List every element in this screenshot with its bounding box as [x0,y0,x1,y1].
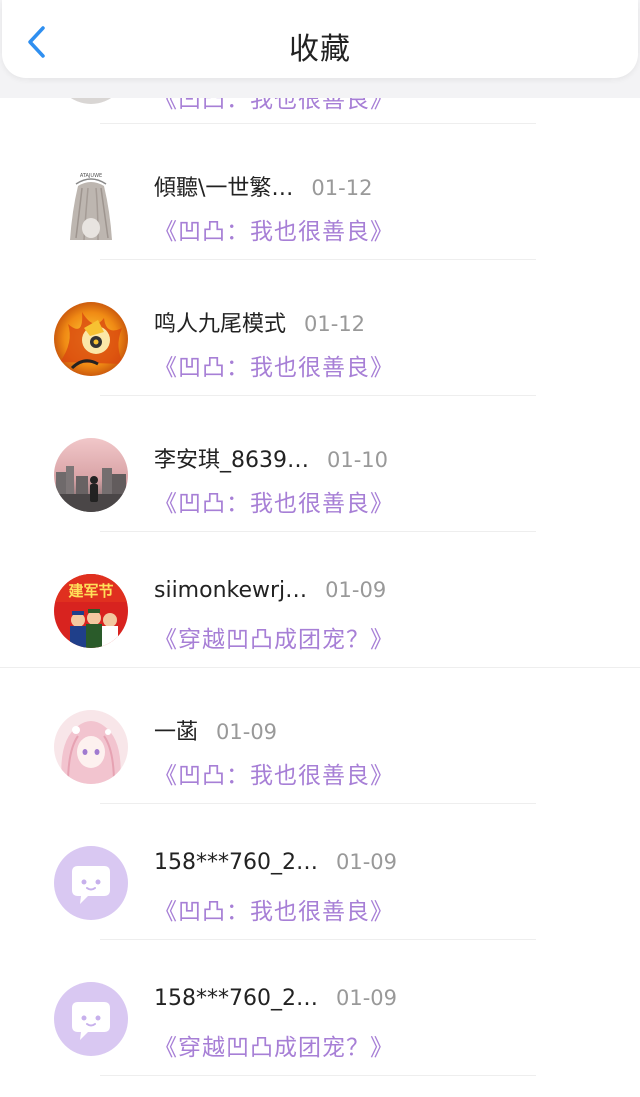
favorites-page: 《凹凸：我也很善良》 ATAJUWE 傾聽\一世繁… 01-12 《凹凸：我也很… [0,0,640,1097]
list-item[interactable]: 建军节 siimonkewrj… 01-09 《穿越凹凸成团宠？》 [0,532,640,668]
date: 01-09 [325,578,387,602]
name-row: 李安琪_8639… 01-10 [154,442,388,474]
default-avatar [54,846,128,920]
avatar [54,438,128,512]
date: 01-09 [335,986,398,1010]
avatar [54,710,128,784]
date: 01-12 [304,312,366,336]
name-row: 鸣人九尾模式 01-12 [154,306,365,338]
avatar [54,302,128,376]
date: 01-10 [327,448,389,472]
user-name[interactable]: 傾聽\一世繁… [154,170,293,202]
favorites-list: 《凹凸：我也很善良》 ATAJUWE 傾聽\一世繁… 01-12 《凹凸：我也很… [0,30,640,1076]
date: 01-12 [311,176,373,200]
date: 01-09 [335,850,398,874]
name-row: 一菡 01-09 [154,714,277,746]
book-title[interactable]: 《凹凸：我也很善良》 [154,212,394,246]
chat-bubble-icon [72,866,110,904]
name-row: 158***760_2… 01-09 [154,986,397,1011]
avatar-caption: 建军节 [68,582,113,600]
book-title[interactable]: 《凹凸：我也很善良》 [154,484,394,518]
list-item[interactable]: ATAJUWE 傾聽\一世繁… 01-12 《凹凸：我也很善良》 [0,124,640,260]
nav-header: 收藏 [2,0,638,78]
name-row: 傾聽\一世繁… 01-12 [154,170,372,202]
list-item[interactable]: 158***760_2… 01-09 《穿越凹凸成团宠？》 [0,940,640,1076]
user-name[interactable]: 李安琪_8639… [154,442,309,474]
user-name[interactable]: siimonkewrj… [154,578,307,603]
book-title[interactable]: 《凹凸：我也很善良》 [154,348,394,382]
avatar: 建军节 [54,574,128,648]
book-title[interactable]: 《穿越凹凸成团宠？》 [154,1028,394,1062]
name-row: siimonkewrj… 01-09 [154,578,386,603]
book-title[interactable]: 《凹凸：我也很善良》 [154,756,394,790]
default-avatar [54,982,128,1056]
chat-bubble-icon [72,1002,110,1040]
page-title: 收藏 [289,32,351,67]
book-title[interactable]: 《凹凸：我也很善良》 [154,892,394,926]
list-item[interactable]: 一菡 01-09 《凹凸：我也很善良》 [0,668,640,804]
avatar: ATAJUWE [54,166,128,240]
user-name[interactable]: 一菡 [154,714,198,746]
name-row: 158***760_2… 01-09 [154,850,397,875]
divider [100,1075,536,1076]
svg-text:ATAJUWE: ATAJUWE [80,173,102,179]
list-item[interactable]: 李安琪_8639… 01-10 《凹凸：我也很善良》 [0,396,640,532]
user-name[interactable]: 鸣人九尾模式 [154,306,286,338]
user-name[interactable]: 158***760_2… [154,850,318,875]
book-title[interactable]: 《穿越凹凸成团宠？》 [154,620,394,654]
date: 01-09 [216,720,278,744]
list-item[interactable]: 鸣人九尾模式 01-12 《凹凸：我也很善良》 [0,260,640,396]
list-item[interactable]: 158***760_2… 01-09 《凹凸：我也很善良》 [0,804,640,940]
user-name[interactable]: 158***760_2… [154,986,318,1011]
